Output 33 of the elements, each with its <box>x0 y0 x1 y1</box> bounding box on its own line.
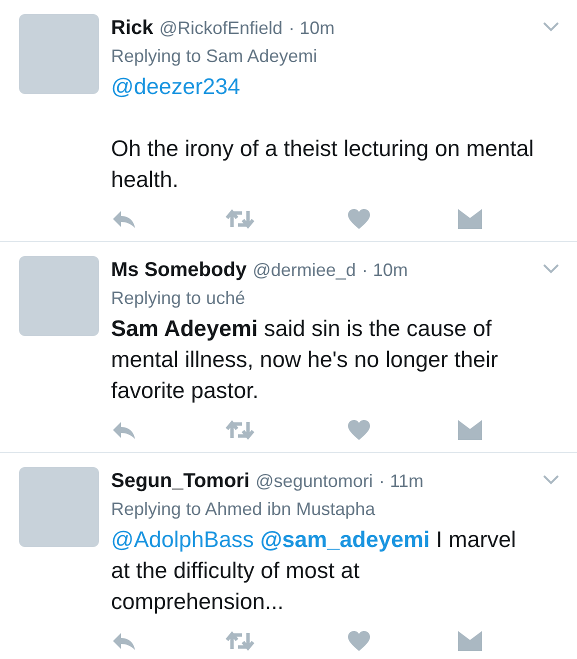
heart-icon <box>348 631 370 651</box>
retweet-icon <box>225 209 255 229</box>
avatar[interactable] <box>19 256 99 336</box>
tweet-text: @AdolphBass @sam_adeyemi I marvel at the difficulty of most at comprehension... <box>111 526 517 616</box>
heart-icon <box>348 209 370 229</box>
chevron-down-icon[interactable] <box>543 22 559 32</box>
avatar[interactable] <box>19 467 99 547</box>
retweet-icon <box>225 420 255 440</box>
retweet-icon <box>225 631 255 651</box>
tweet-text: Sam Adeyemi said sin is the cause of mental illness, now he's no longer their favorite pastor. <box>111 315 500 405</box>
avatar[interactable] <box>19 14 99 94</box>
heart-icon <box>348 420 370 440</box>
user-name[interactable]: Segun_Tomori <box>111 470 250 493</box>
tweet-time: · 10m <box>362 260 408 281</box>
envelope-icon <box>458 420 482 440</box>
chevron-down-icon[interactable] <box>543 264 559 274</box>
tweet-time: · 11m <box>378 471 424 492</box>
tweet-text: Oh the irony of a theist lecturing on mental health. <box>111 135 535 194</box>
envelope-icon <box>458 631 482 651</box>
reply-icon <box>111 631 137 651</box>
user-handle: @seguntomori <box>256 471 373 492</box>
replying-to-text: Replying to Ahmed ibn Mustapha <box>111 499 376 520</box>
user-handle: @RickofEnfield <box>159 18 283 39</box>
replying-to-text: Replying to Sam Adeyemi <box>111 46 318 67</box>
tweet-time: · 10m <box>288 18 335 39</box>
reply-icon <box>111 420 137 440</box>
user-name[interactable]: Rick <box>111 17 154 40</box>
user-name[interactable]: Ms Somebody <box>111 259 247 282</box>
replying-to-text: Replying to uché <box>111 288 246 309</box>
user-handle: @dermiee_d <box>252 260 356 281</box>
envelope-icon <box>458 209 482 229</box>
reply-icon <box>111 209 137 229</box>
chevron-down-icon[interactable] <box>543 475 559 485</box>
